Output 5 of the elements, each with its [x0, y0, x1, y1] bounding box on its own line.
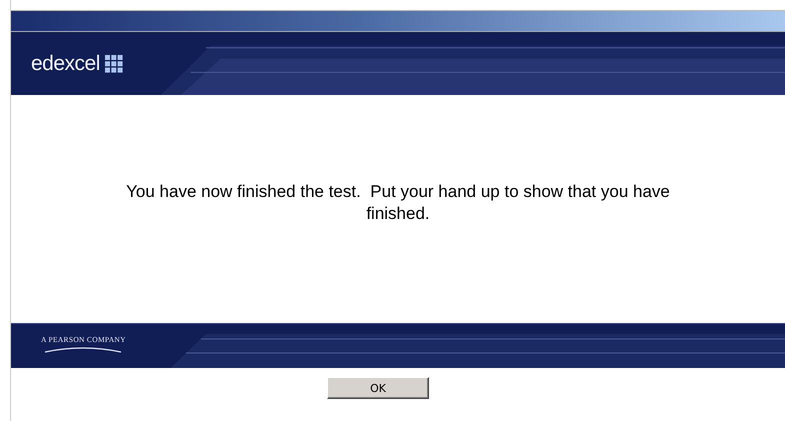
logo-text: edexcel [31, 52, 100, 76]
arc-icon [45, 347, 122, 353]
message-text: You have now finished the test. Put your hand up to show that you have finished. [125, 181, 671, 225]
ok-button[interactable]: OK [327, 377, 429, 399]
grid-icon [104, 54, 123, 72]
